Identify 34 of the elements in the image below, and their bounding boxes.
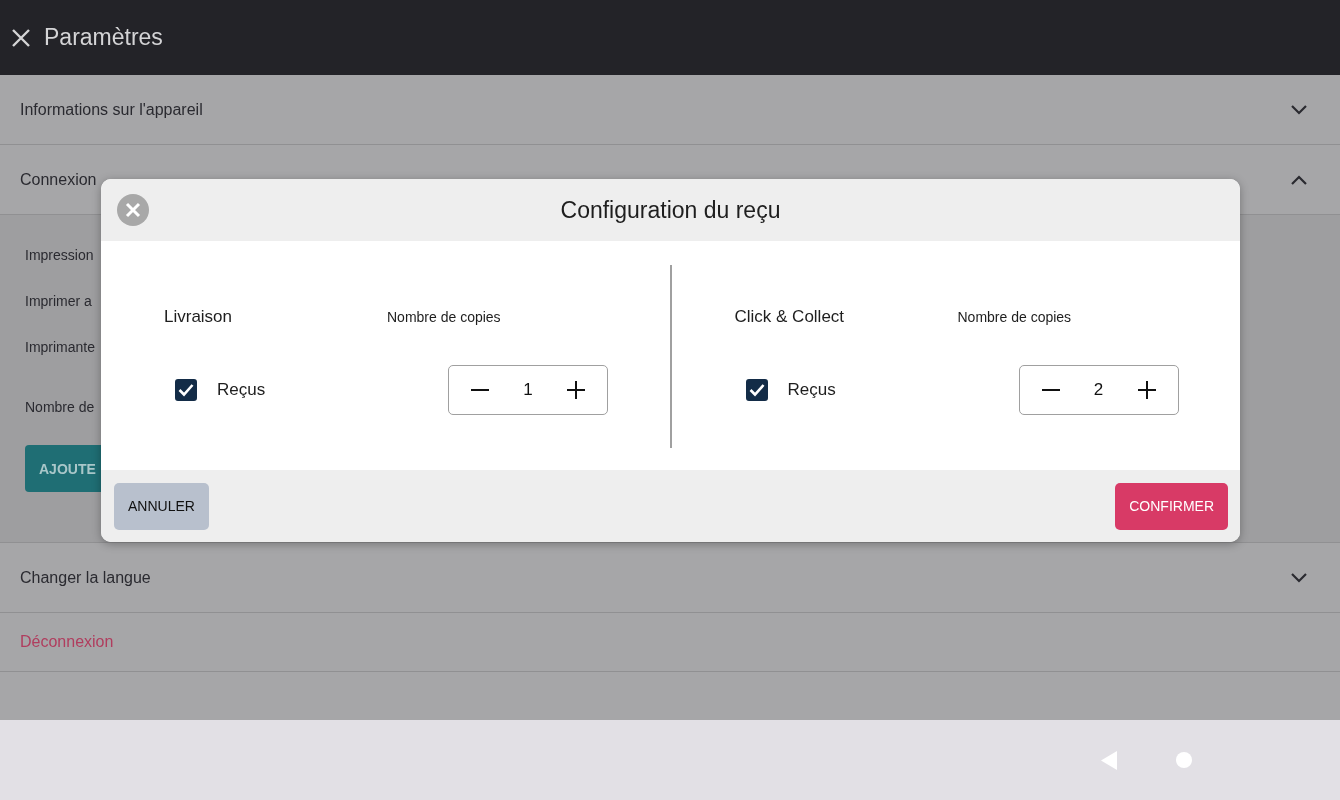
copies-value: 1 <box>523 380 533 400</box>
copies-label: Nombre de copies <box>387 309 501 325</box>
close-icon[interactable] <box>12 28 30 47</box>
close-icon <box>125 202 141 218</box>
checkbox-label: Reçus <box>217 380 266 400</box>
section-title: Connexion <box>20 170 97 189</box>
section-title: Informations sur l'appareil <box>20 100 203 119</box>
section-title: Changer la langue <box>20 568 151 587</box>
accordion-header[interactable]: Changer la langue <box>0 543 1340 613</box>
logout-row[interactable]: Déconnexion <box>0 613 1340 672</box>
accordion-header[interactable]: Informations sur l'appareil <box>0 75 1340 145</box>
chevron-down-icon[interactable] <box>1290 571 1308 584</box>
checkbox[interactable] <box>745 379 768 401</box>
checkbox-label: Reçus <box>787 380 836 400</box>
confirm-button[interactable]: CONFIRMER <box>1115 482 1228 530</box>
plus-icon <box>1137 381 1156 399</box>
cancel-button[interactable]: ANNULER <box>114 482 209 530</box>
chevron-down-icon[interactable] <box>1290 103 1308 116</box>
minus-icon <box>1041 389 1060 391</box>
minus-icon <box>471 389 489 391</box>
checkbox[interactable] <box>175 379 197 401</box>
chevron-up-icon[interactable] <box>1290 173 1308 186</box>
setting-label: Imprimer a <box>25 293 92 311</box>
setting-label: Imprimante <box>25 339 96 357</box>
page-title: Paramètres <box>44 24 163 51</box>
copies-value: 2 <box>1093 380 1104 400</box>
setting-label: Impression <box>25 247 94 265</box>
column-heading: Click & Collect <box>734 307 845 327</box>
dialog-title: Configuration du reçu <box>560 196 781 224</box>
plus-icon <box>567 381 585 399</box>
copies-label: Nombre de copies <box>957 309 1072 325</box>
column-heading: Livraison <box>164 307 233 327</box>
setting-label: Nombre de <box>25 399 95 417</box>
logout-link[interactable]: Déconnexion <box>20 633 114 651</box>
